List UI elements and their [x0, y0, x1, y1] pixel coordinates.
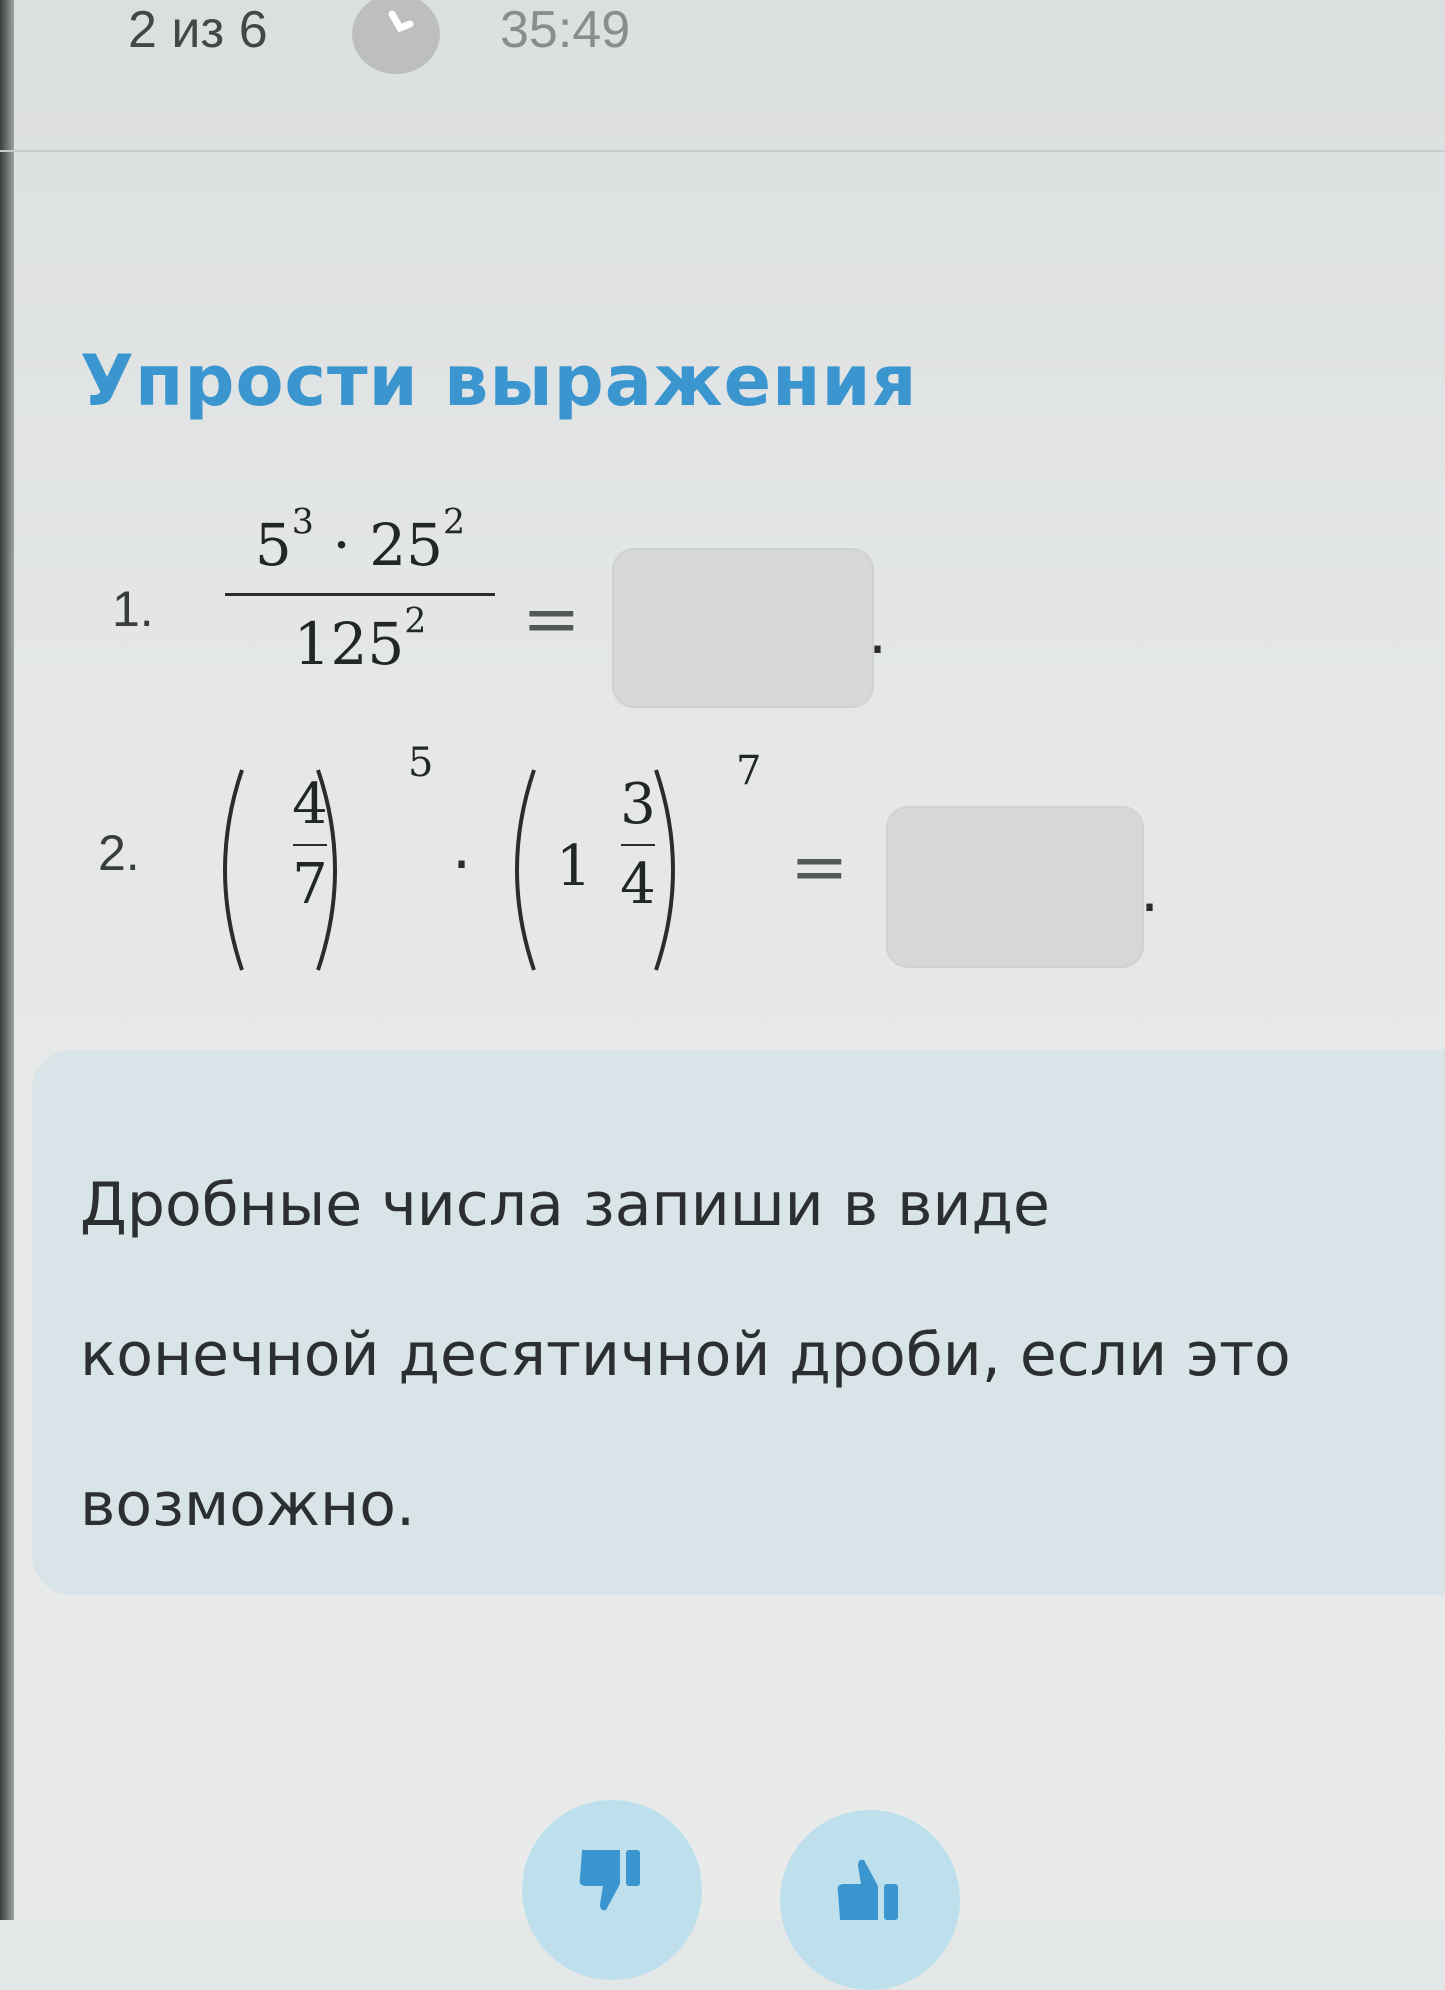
fraction-2-bar: [621, 844, 655, 846]
problem-2-fraction-1: 4 7: [270, 770, 350, 920]
thumbs-down-icon: [579, 1850, 640, 1911]
fraction-2-bottom: 4: [620, 852, 656, 917]
problem-1-answer-input[interactable]: [612, 548, 874, 708]
fraction-1-top: 4: [292, 772, 328, 837]
numerator-base-b: 25: [369, 511, 444, 579]
problem-1-equals: =: [522, 578, 581, 660]
problem-2-fraction-2: 3 4: [598, 770, 678, 920]
fraction-2-top: 3: [620, 772, 656, 837]
hint-text: Дробные числа запиши в виде конечной дес…: [80, 1170, 1291, 1540]
numerator-exp-b: 2: [443, 502, 466, 543]
dislike-button[interactable]: [522, 1800, 702, 1980]
problem-1-numerator: 53 · 252: [225, 505, 495, 585]
numerator-exp-a: 3: [291, 502, 314, 543]
device-bezel: [0, 0, 14, 1920]
denominator-exp: 2: [404, 601, 427, 642]
fraction-bar: [225, 593, 495, 596]
problem-2-end-dot: .: [1140, 856, 1160, 926]
problem-1-denominator: 1252: [225, 604, 495, 684]
problem-2-equals: =: [790, 826, 849, 908]
fraction-1-bottom: 7: [292, 852, 328, 917]
problem-1-fraction: 53 · 252 1252: [225, 505, 495, 684]
numerator-base-a: 5: [254, 511, 292, 579]
task-title: Упрости выражения: [80, 340, 918, 422]
question-counter: 2 из 6: [128, 1, 268, 59]
problem-1-number: 1.: [112, 581, 154, 637]
timer-text: 35:49: [500, 1, 631, 59]
problem-2-whole-part: 1: [556, 834, 592, 899]
problem-2-answer-input[interactable]: [886, 806, 1144, 968]
fraction-1-bar: [293, 844, 327, 846]
denominator-base: 125: [293, 610, 405, 678]
problem-1-end-dot: .: [868, 598, 888, 668]
problem-2-exponent-2: 7: [736, 748, 762, 794]
clock-icon: [352, 0, 440, 74]
problem-2-number: 2.: [98, 825, 140, 881]
problem-2-operator: ·: [452, 830, 472, 900]
problem-2-exponent-1: 5: [408, 740, 434, 786]
like-button[interactable]: [780, 1810, 960, 1990]
numerator-operator: ·: [332, 511, 351, 579]
thumbs-up-icon: [837, 1859, 898, 1920]
top-status-bar: 2 из 6 35:49: [0, 0, 1445, 152]
